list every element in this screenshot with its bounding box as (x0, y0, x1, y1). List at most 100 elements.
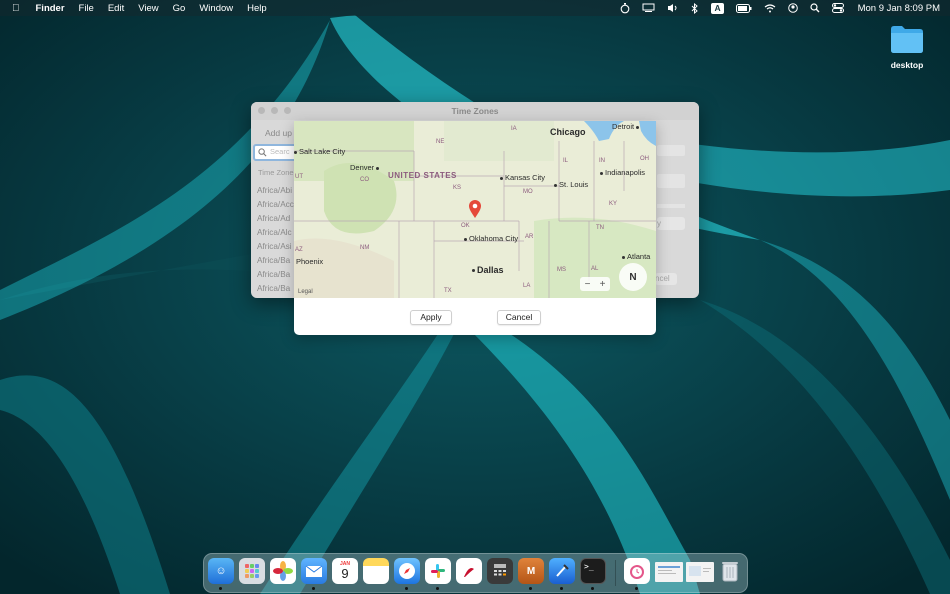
city-phoenix[interactable]: Phoenix (296, 257, 323, 266)
user-icon[interactable] (787, 3, 798, 13)
running-indicator (219, 587, 222, 590)
menu-window[interactable]: Window (192, 3, 240, 14)
mamp-icon[interactable]: M (518, 558, 544, 584)
list-item[interactable]: Africa/Asi (257, 242, 292, 251)
city-label: Atlanta (627, 252, 651, 261)
city-denver[interactable]: Denver (350, 163, 381, 172)
menu-file[interactable]: File (72, 3, 101, 14)
timer-icon[interactable] (620, 2, 630, 14)
state-label: KY (609, 201, 618, 207)
list-item[interactable]: Africa/Ba (257, 284, 290, 293)
map-zoom-control: − + (580, 277, 610, 291)
state-label: MO (523, 189, 533, 195)
state-label: IN (599, 158, 605, 164)
menu-go[interactable]: Go (166, 3, 193, 14)
add-label: Add up (265, 128, 292, 138)
menu-finder[interactable]: Finder (29, 3, 72, 14)
search-icon (258, 148, 267, 157)
zoom-out-button[interactable]: − (585, 279, 591, 290)
city-atlanta[interactable]: Atlanta (622, 252, 650, 261)
list-item[interactable]: Africa/Ba (257, 256, 290, 265)
city-label: Detroit (612, 122, 635, 131)
zoom-in-button[interactable]: + (600, 279, 606, 290)
menu-view[interactable]: View (131, 3, 165, 14)
state-label: OH (640, 156, 649, 162)
wifi-icon[interactable] (764, 3, 776, 13)
city-kansas-city[interactable]: Kansas City (500, 173, 545, 182)
pdf-reader-icon[interactable] (456, 558, 482, 584)
preview-doc-1-icon[interactable] (655, 562, 683, 582)
city-salt-lake-city[interactable]: Salt Lake City (294, 147, 345, 156)
menu-help[interactable]: Help (240, 3, 274, 14)
cancel-button-bg[interactable]: ncel (655, 273, 677, 285)
list-item[interactable]: Africa/Ba (257, 270, 290, 279)
city-label: Salt Lake City (299, 147, 346, 156)
running-indicator (405, 587, 408, 590)
launchpad-icon[interactable] (239, 558, 265, 584)
folder-icon (891, 26, 923, 53)
dock: ☺ JAN 9 M >_ (203, 553, 748, 593)
apply-button-bg[interactable]: y (657, 217, 685, 230)
time-app-icon[interactable] (624, 558, 650, 584)
field-bg (657, 174, 685, 188)
state-label: AL (591, 266, 599, 272)
trash-icon[interactable] (717, 558, 743, 584)
state-label: AR (525, 234, 534, 240)
city-oklahoma-city[interactable]: Oklahoma City (464, 234, 518, 243)
location-pin-icon[interactable] (468, 199, 482, 219)
city-label: Denver (350, 163, 375, 172)
field-bg (657, 145, 685, 156)
city-label: Oklahoma City (469, 234, 519, 243)
menu-clock[interactable]: Mon 9 Jan 8:09 PM (858, 3, 940, 14)
state-label: IL (563, 158, 569, 164)
apply-button-bg-label: y (657, 219, 661, 228)
battery-icon[interactable] (735, 3, 752, 13)
city-indianapolis[interactable]: Indianapolis (600, 168, 645, 177)
control-center-icon[interactable] (831, 3, 844, 13)
city-label: Dallas (477, 265, 504, 275)
running-indicator (591, 587, 594, 590)
running-indicator (436, 587, 439, 590)
city-dallas[interactable]: Dallas (472, 265, 504, 275)
state-label: MS (557, 267, 566, 273)
desktop-folder-label: desktop (890, 60, 924, 70)
mail-icon[interactable] (301, 558, 327, 584)
city-label: Chicago (550, 127, 586, 137)
state-label: NE (436, 139, 445, 145)
map-view[interactable]: Chicago Detroit Salt Lake City Denver Ka… (294, 121, 656, 298)
slack-icon[interactable] (425, 558, 451, 584)
input-source-icon[interactable]: A (711, 2, 724, 14)
field-bg (657, 204, 685, 208)
terminal-icon[interactable]: >_ (580, 558, 606, 584)
map-legal-link[interactable]: Legal (298, 289, 313, 295)
apply-button[interactable]: Apply (410, 310, 452, 325)
finder-icon[interactable]: ☺ (208, 558, 234, 584)
bluetooth-icon[interactable] (691, 2, 699, 14)
compass-icon[interactable]: N (619, 263, 647, 291)
calendar-icon[interactable]: JAN 9 (332, 558, 358, 584)
spotlight-icon[interactable] (810, 3, 820, 13)
xcode-icon[interactable] (549, 558, 575, 584)
cancel-button[interactable]: Cancel (497, 310, 541, 325)
state-label: OK (461, 223, 470, 229)
city-label: St. Louis (559, 180, 589, 189)
display-icon[interactable] (642, 3, 655, 13)
city-st-louis[interactable]: St. Louis (554, 180, 588, 189)
list-item[interactable]: Africa/Ad (257, 214, 290, 223)
list-item[interactable]: Africa/Abi (257, 186, 292, 195)
notes-icon[interactable] (363, 558, 389, 584)
list-item[interactable]: Africa/Alc (257, 228, 292, 237)
calculator-icon[interactable] (487, 558, 513, 584)
desktop-folder[interactable]: desktop (884, 24, 930, 70)
compass-label: N (629, 271, 637, 283)
city-detroit[interactable]: Detroit (612, 122, 641, 131)
safari-icon[interactable] (394, 558, 420, 584)
column-header-timezone[interactable]: Time Zone (258, 168, 294, 177)
menu-edit[interactable]: Edit (101, 3, 131, 14)
preview-doc-2-icon[interactable] (686, 562, 714, 582)
city-chicago[interactable]: Chicago (550, 127, 586, 137)
photos-icon[interactable] (270, 558, 296, 584)
list-item[interactable]: Africa/Acc (257, 200, 294, 209)
apple-icon[interactable]:  (0, 3, 29, 14)
volume-icon[interactable] (667, 3, 679, 13)
